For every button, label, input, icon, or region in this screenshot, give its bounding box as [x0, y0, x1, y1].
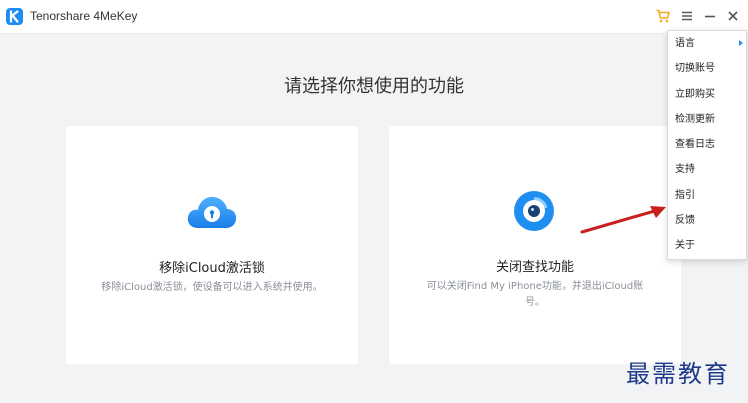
title-bar: Tenorshare 4MeKey	[0, 0, 748, 34]
submenu-arrow-icon	[739, 40, 743, 46]
menu-item-support[interactable]: 支持	[668, 157, 746, 182]
app-logo-icon	[6, 8, 23, 25]
menu-item-switch-account[interactable]: 切换账号	[668, 56, 746, 81]
settings-dropdown-menu: 语言 切换账号 立即购买 检测更新 查看日志 支持 指引 反馈 关于	[667, 30, 747, 260]
menu-item-label: 反馈	[675, 215, 695, 227]
menu-item-label: 指引	[675, 189, 695, 201]
card-description-line: 号。	[525, 297, 545, 308]
disable-find-my-card[interactable]: 关闭查找功能 可以关闭Find My iPhone功能，并退出iCloud账 号…	[389, 126, 681, 364]
menu-item-guide[interactable]: 指引	[668, 183, 746, 208]
cloud-lock-icon	[186, 192, 238, 236]
menu-item-feedback[interactable]: 反馈	[668, 208, 746, 233]
close-icon[interactable]	[725, 8, 741, 24]
card-description-line: 可以关闭Find My iPhone功能，并退出iCloud账	[426, 281, 644, 292]
menu-item-label: 支持	[675, 164, 695, 176]
menu-item-label: 查看日志	[675, 139, 715, 151]
menu-item-about[interactable]: 关于	[668, 233, 746, 258]
watermark-text: 最需教育	[626, 360, 730, 388]
menu-item-label: 语言	[675, 38, 695, 49]
menu-item-label: 关于	[675, 240, 695, 252]
menu-item-view-log[interactable]: 查看日志	[668, 132, 746, 157]
card-title: 关闭查找功能	[495, 260, 574, 275]
card-description: 可以关闭Find My iPhone功能，并退出iCloud账 号。	[409, 279, 661, 311]
hamburger-menu-icon[interactable]	[679, 8, 695, 24]
cart-icon[interactable]	[655, 8, 671, 24]
card-description: 移除iCloud激活锁，使设备可以进入系统并使用。	[101, 282, 323, 293]
menu-item-buy-now[interactable]: 立即购买	[668, 82, 746, 107]
menu-item-check-update[interactable]: 检测更新	[668, 107, 746, 132]
remove-icloud-lock-card[interactable]: 移除iCloud激活锁 移除iCloud激活锁，使设备可以进入系统并使用。	[66, 126, 358, 364]
minimize-icon[interactable]	[702, 8, 718, 24]
menu-item-label: 检测更新	[675, 113, 715, 125]
find-my-icon	[513, 190, 555, 236]
app-title: Tenorshare 4MeKey	[30, 9, 138, 23]
menu-item-language[interactable]: 语言	[668, 31, 746, 56]
page-title: 请选择你想使用的功能	[284, 76, 464, 97]
card-title: 移除iCloud激活锁	[159, 261, 265, 276]
menu-item-label: 立即购买	[675, 88, 715, 100]
annotation-arrow-icon	[580, 206, 666, 234]
menu-item-label: 切换账号	[675, 63, 715, 75]
